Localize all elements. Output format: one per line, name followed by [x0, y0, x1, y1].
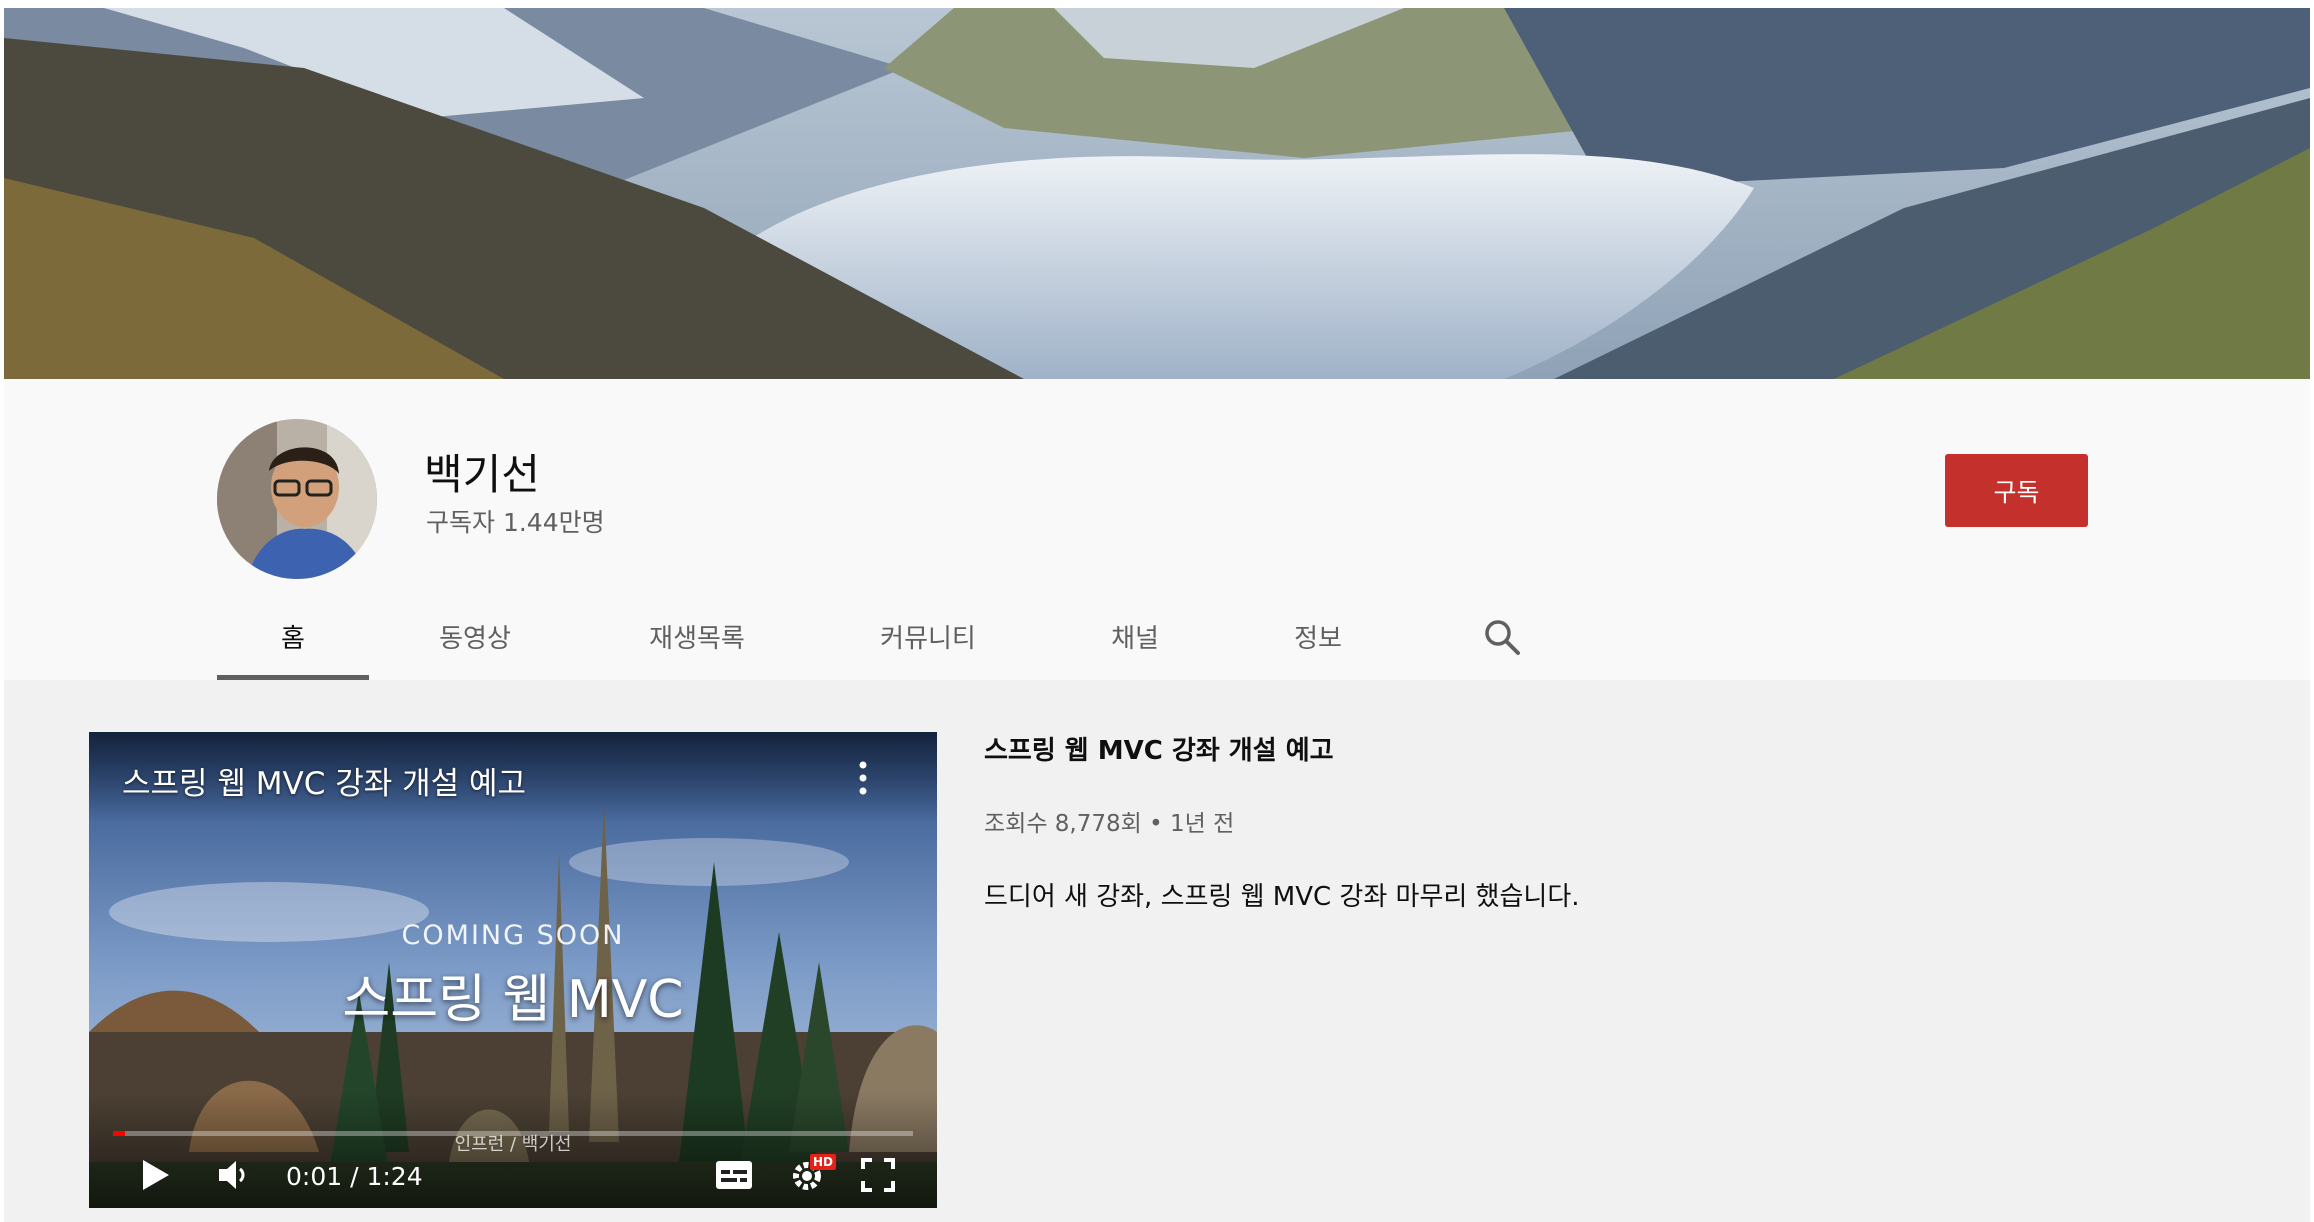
progress-fill [113, 1131, 125, 1136]
video-title[interactable]: 스프링 웹 MVC 강좌 개설 예고 [984, 730, 2184, 767]
home-content: 스프링 웹 MVC 강좌 개설 예고 COMING SOON 스프링 웹 MVC… [4, 680, 2310, 1222]
video-player[interactable]: 스프링 웹 MVC 강좌 개설 예고 COMING SOON 스프링 웹 MVC… [89, 732, 937, 1208]
volume-icon[interactable] [217, 1158, 251, 1192]
tab-channels[interactable]: 채널 [1043, 593, 1227, 680]
settings-button[interactable]: HD [789, 1154, 837, 1194]
overlay-subtitle: COMING SOON [401, 920, 625, 951]
featured-video-info: 스프링 웹 MVC 강좌 개설 예고 조회수 8,778회 • 1년 전 드디어… [984, 730, 2184, 913]
player-title[interactable]: 스프링 웹 MVC 강좌 개설 예고 [122, 758, 526, 803]
tab-playlists[interactable]: 재생목록 [581, 593, 813, 680]
play-icon[interactable] [141, 1158, 171, 1192]
search-icon [1485, 619, 1520, 655]
tab-home[interactable]: 홈 [217, 593, 369, 680]
more-vert-icon[interactable] [853, 760, 873, 796]
tab-about[interactable]: 정보 [1227, 593, 1409, 680]
channel-name: 백기선 [424, 450, 540, 499]
video-meta: 조회수 8,778회 • 1년 전 [984, 811, 1235, 837]
time-display: 0:01 / 1:24 [286, 1162, 423, 1191]
channel-page: 백기선 구독자 1.44만명 구독 홈 동영상 재생목록 커뮤니티 채널 정보 [4, 8, 2310, 1222]
channel-avatar[interactable] [217, 419, 377, 579]
tab-videos[interactable]: 동영상 [369, 593, 581, 680]
channel-search-button[interactable] [1409, 593, 1595, 680]
player-controls: 0:01 / 1:24 HD [89, 1142, 937, 1208]
channel-header: 백기선 구독자 1.44만명 구독 홈 동영상 재생목록 커뮤니티 채널 정보 [4, 379, 2310, 680]
subscriber-count: 구독자 1.44만명 [426, 508, 605, 537]
video-description: 드디어 새 강좌, 스프링 웹 MVC 강좌 마무리 했습니다. [984, 882, 1580, 912]
channel-banner [4, 8, 2310, 379]
subtitles-icon[interactable] [715, 1160, 753, 1190]
progress-bar[interactable] [113, 1131, 913, 1136]
subscribe-button[interactable]: 구독 [1945, 454, 2088, 527]
hd-badge: HD [810, 1154, 837, 1170]
tab-community[interactable]: 커뮤니티 [813, 593, 1043, 680]
channel-tabs: 홈 동영상 재생목록 커뮤니티 채널 정보 [217, 593, 1595, 680]
fullscreen-icon[interactable] [861, 1158, 895, 1192]
overlay-title: 스프링 웹 MVC [342, 970, 684, 1030]
